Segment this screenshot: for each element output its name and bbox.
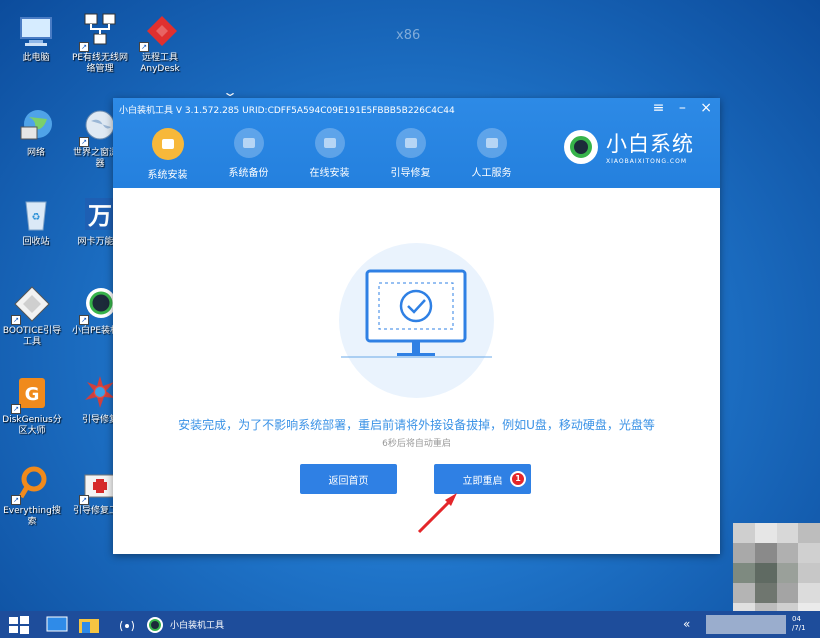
- chat-icon: [476, 128, 507, 158]
- desktop-icon-label: PE有线无线网络管理: [71, 53, 129, 74]
- window-controls: ≡ – ×: [643, 100, 712, 116]
- tab-label: 人工服务: [471, 168, 512, 179]
- recycle-bin-icon: ♻: [17, 196, 55, 234]
- desktop-icon-pe-network[interactable]: ↗ PE有线无线网络管理: [70, 12, 130, 75]
- return-home-button[interactable]: 返回首页: [300, 464, 397, 494]
- desktop-icon-label: 远程工具AnyDesk: [140, 53, 180, 74]
- taskbar-app-label: 小白装机工具: [170, 621, 225, 631]
- clock[interactable]: 04 /7/1: [792, 615, 806, 634]
- xiaobai-app-icon: [147, 616, 163, 633]
- magnifier-icon: ↗: [11, 465, 51, 505]
- window-title: 小白装机工具 V 3.1.572.285 URID:CDFF5A594C09E1…: [119, 106, 455, 116]
- bootice-disk-icon: ↗: [11, 285, 51, 325]
- svg-text:♻: ♻: [32, 212, 41, 223]
- desktop-icon-diskgenius[interactable]: G ↗ DiskGenius分区大师: [2, 374, 62, 437]
- desktop-icon-label: BOOTICE引导工具: [2, 326, 62, 347]
- desktop-icon-label: Everything搜索: [3, 506, 61, 527]
- network-manager-icon: ↗: [79, 12, 119, 52]
- desktop-icon-bootice[interactable]: ↗ BOOTICE引导工具: [2, 285, 62, 348]
- tab-label: 引导修复: [390, 168, 431, 179]
- tab-label: 在线安装: [309, 168, 350, 179]
- pixelated-avatar: [733, 523, 820, 623]
- close-button[interactable]: ×: [700, 100, 712, 116]
- desktop-icon-this-pc[interactable]: 此电脑: [6, 12, 66, 64]
- tab-system-backup[interactable]: 系统备份: [208, 128, 289, 181]
- desktop-icon-label: 此电脑: [22, 53, 50, 63]
- tab-label: 系统安装: [147, 170, 188, 181]
- window-header: 小白装机工具 V 3.1.572.285 URID:CDFF5A594C09E1…: [113, 98, 720, 188]
- red-arrow-annotation: [417, 493, 457, 534]
- tab-boot-repair[interactable]: 引导修复: [370, 128, 451, 181]
- chevron-down-icon: ⌄: [221, 85, 239, 99]
- taskbar-app-xiaobai[interactable]: 小白装机工具: [146, 615, 236, 634]
- desktop-icon-label: 回收站: [22, 237, 50, 247]
- repair-icon: [395, 128, 426, 158]
- wireless-icon[interactable]: [116, 615, 138, 634]
- download-icon: [314, 128, 345, 158]
- desktop-icon-label: 网络: [26, 148, 45, 158]
- tab-label: 系统备份: [228, 168, 269, 179]
- completion-message: 安装完成，为了不影响系统部署，重启前请将外接设备拔掉，例如U盘，移动硬盘，光盘等: [178, 418, 655, 432]
- desktop-icon-anydesk[interactable]: ↗ 远程工具AnyDesk: [130, 12, 190, 75]
- tab-system-install[interactable]: 系统安装: [127, 128, 208, 181]
- clock-line-2: /7/1: [792, 624, 806, 632]
- tray-pixelated: [706, 615, 786, 634]
- installer-window: 小白装机工具 V 3.1.572.285 URID:CDFF5A594C09E1…: [113, 98, 720, 554]
- desktop-watermark: x86: [396, 28, 421, 43]
- clock-line-1: 04: [792, 615, 801, 623]
- diskgenius-icon: G ↗: [11, 374, 51, 414]
- windows-start-icon[interactable]: [8, 615, 30, 634]
- desktop-show-icon[interactable]: [46, 615, 68, 634]
- countdown-text: 6秒后将自动重启: [382, 439, 451, 449]
- desktop-icon-network[interactable]: 网络: [6, 107, 66, 159]
- svg-text:G: G: [25, 384, 40, 405]
- brand-url: XIAOBAIXITONG.COM: [606, 158, 687, 165]
- backup-icon: [233, 128, 264, 158]
- svg-text:万: 万: [88, 202, 112, 230]
- desktop-icon-recycle-bin[interactable]: ♻ 回收站: [6, 196, 66, 248]
- monitor-check-illustration: [339, 243, 494, 398]
- tab-online-install[interactable]: 在线安装: [289, 128, 370, 181]
- desktop-icon-label: DiskGenius分区大师: [2, 415, 62, 436]
- restart-label: 立即重启: [462, 475, 503, 487]
- taskbar: 小白装机工具 « 04 /7/1: [0, 611, 820, 638]
- tray-expand-icon[interactable]: «: [683, 615, 690, 634]
- step-badge: 1: [510, 471, 526, 487]
- file-explorer-icon[interactable]: [78, 615, 100, 634]
- brand-logo-icon: [564, 129, 598, 164]
- desktop-icon-everything[interactable]: ↗ Everything搜索: [2, 465, 62, 528]
- globe-icon: [17, 107, 55, 145]
- install-icon: [151, 128, 184, 160]
- computer-icon: [17, 12, 55, 50]
- anydesk-icon: ↗: [139, 12, 179, 52]
- tab-bar: 系统安装 系统备份 在线安装 引导修复 人工服务: [127, 128, 532, 181]
- menu-icon[interactable]: ≡: [653, 100, 665, 116]
- tab-manual-service[interactable]: 人工服务: [451, 128, 532, 181]
- brand: 小白系统 XIAOBAIXITONG.COM: [564, 128, 694, 165]
- minimize-button[interactable]: –: [679, 100, 686, 116]
- monitor-check-icon: [341, 269, 492, 358]
- brand-name: 小白系统: [606, 132, 694, 156]
